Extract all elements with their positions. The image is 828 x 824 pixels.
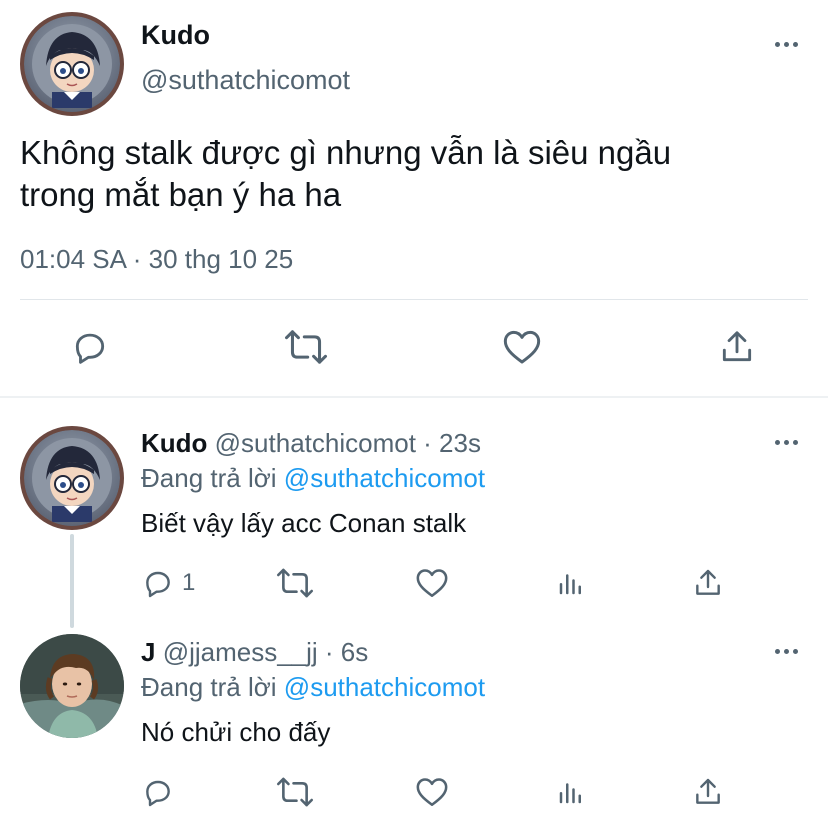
reply2-handle[interactable]: @jjamess__jj · 6s — [163, 637, 369, 667]
replying-to-mention[interactable]: @suthatchicomot — [284, 463, 485, 493]
main-handle[interactable]: @suthatchicomot — [141, 65, 350, 96]
more-dot-icon — [784, 649, 789, 654]
reply2-replying-to: Đang trả lời @suthatchicomot — [141, 672, 485, 703]
like-icon[interactable] — [415, 567, 449, 599]
reply2-text: Nó chửi cho đấy — [141, 717, 331, 747]
main-display-name[interactable]: Kudo — [141, 20, 210, 51]
share-icon[interactable] — [692, 776, 724, 808]
more-dot-icon — [775, 42, 780, 47]
main-divider — [20, 299, 808, 300]
reply1-reply-button[interactable]: 1 — [142, 567, 195, 599]
main-timestamp[interactable]: 01:04 SA · 30 thg 10 25 — [20, 244, 293, 275]
more-dot-icon — [775, 649, 780, 654]
reply-icon — [142, 567, 174, 599]
retweet-icon[interactable] — [284, 328, 328, 366]
main-tweet-text-line1: Không stalk được gì nhưng vẫn là siêu ng… — [20, 134, 672, 171]
share-icon[interactable] — [718, 328, 756, 366]
more-dot-icon — [784, 440, 789, 445]
replying-to-mention[interactable]: @suthatchicomot — [284, 672, 485, 702]
reply1-display-name[interactable]: Kudo — [141, 428, 207, 458]
reply2-header: J @jjamess__jj · 6s — [141, 637, 368, 668]
analytics-icon[interactable] — [556, 776, 586, 808]
main-avatar[interactable] — [20, 12, 124, 116]
thread-line — [70, 534, 74, 628]
reply-count: 1 — [182, 569, 196, 596]
analytics-icon[interactable] — [556, 567, 586, 599]
more-dot-icon — [775, 440, 780, 445]
conan-avatar-image — [32, 438, 112, 522]
reply-icon — [142, 776, 174, 808]
replying-to-label: Đang trả lời — [141, 463, 277, 493]
reply1-handle[interactable]: @suthatchicomot · 23s — [215, 428, 481, 458]
more-dot-icon — [784, 42, 789, 47]
reply1-more-menu[interactable] — [775, 440, 798, 445]
user-photo-avatar-image — [20, 634, 124, 738]
reply1-replying-to: Đang trả lời @suthatchicomot — [141, 463, 485, 494]
main-more-menu[interactable] — [775, 42, 798, 47]
reply-icon[interactable] — [71, 328, 109, 366]
reply1-text: Biết vậy lấy acc Conan stalk — [141, 508, 467, 538]
reply1-header: Kudo @suthatchicomot · 23s — [141, 428, 481, 459]
more-dot-icon — [793, 42, 798, 47]
reply1-avatar[interactable] — [20, 426, 124, 530]
reply2-reply-button[interactable] — [142, 776, 174, 808]
replying-to-label: Đang trả lời — [141, 672, 277, 702]
reply2-display-name[interactable]: J — [141, 637, 155, 667]
reply2-avatar[interactable] — [20, 634, 124, 738]
section-divider — [0, 396, 828, 398]
main-tweet-text-line2: trong mắt bạn ý ha ha — [20, 176, 342, 213]
reply2-more-menu[interactable] — [775, 649, 798, 654]
retweet-icon[interactable] — [276, 567, 314, 599]
like-icon[interactable] — [415, 776, 449, 808]
more-dot-icon — [793, 440, 798, 445]
conan-avatar-image — [32, 24, 112, 108]
more-dot-icon — [793, 649, 798, 654]
like-icon[interactable] — [502, 328, 542, 366]
share-icon[interactable] — [692, 567, 724, 599]
retweet-icon[interactable] — [276, 776, 314, 808]
